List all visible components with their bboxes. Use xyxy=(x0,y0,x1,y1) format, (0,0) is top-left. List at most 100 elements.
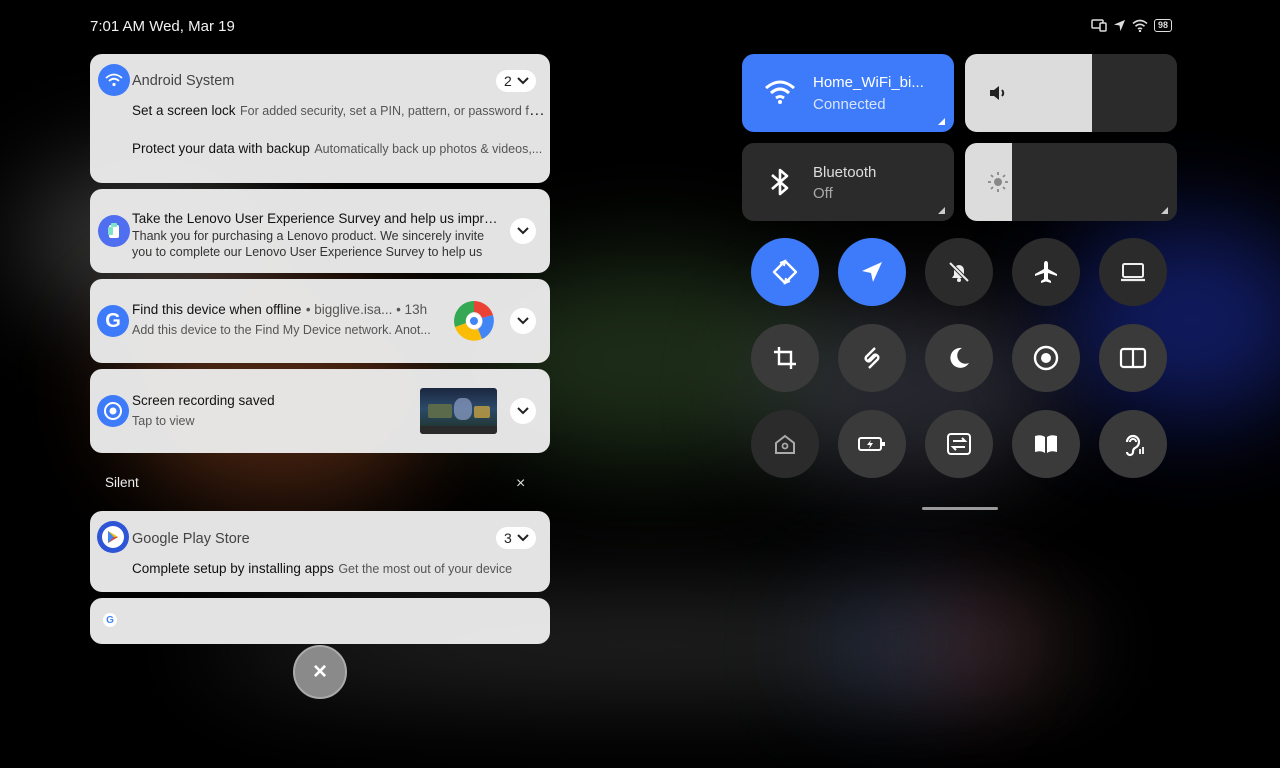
screen-record-toggle[interactable] xyxy=(1012,324,1080,392)
battery-saver-toggle[interactable] xyxy=(838,410,906,478)
notification-title: Complete setup by installing apps xyxy=(132,561,334,576)
notification-android-system[interactable]: Android System 2 Set a screen lock For a… xyxy=(90,54,550,183)
notification-count: 3 xyxy=(504,530,512,546)
expand-button[interactable] xyxy=(510,308,536,334)
data-transfer-toggle[interactable] xyxy=(925,410,993,478)
wifi-tile[interactable]: Home_WiFi_bi... Connected xyxy=(742,54,954,132)
close-icon: × xyxy=(312,658,327,685)
bluetooth-tile[interactable]: Bluetooth Off xyxy=(742,143,954,221)
chevron-down-icon xyxy=(517,77,529,85)
app-name: Google Play Store xyxy=(132,531,250,547)
split-screen-toggle[interactable] xyxy=(1099,324,1167,392)
panel-drag-handle[interactable] xyxy=(922,507,998,510)
notification-count: 2 xyxy=(504,73,512,89)
chevron-down-icon xyxy=(517,317,529,325)
chevron-down-icon xyxy=(517,407,529,415)
google-g-icon: G xyxy=(103,613,117,627)
airplane-icon xyxy=(1035,261,1057,283)
notification-text: Get the most out of your device xyxy=(338,562,513,576)
chevron-down-icon xyxy=(517,227,529,235)
expand-button[interactable] xyxy=(510,218,536,244)
screen-record-app-icon xyxy=(97,395,129,427)
battery-indicator: 98 xyxy=(1153,18,1172,32)
clear-all-notifications-button[interactable]: × xyxy=(293,645,347,699)
volume-slider-fill xyxy=(965,54,1093,132)
notification-text-line1: Thank you for purchasing a Lenovo produc… xyxy=(132,229,485,243)
expand-corner-icon[interactable] xyxy=(1161,207,1168,214)
volume-slider[interactable] xyxy=(965,54,1177,132)
notification-google-collapsed[interactable]: G xyxy=(90,598,550,644)
play-store-icon xyxy=(97,521,129,553)
recording-thumbnail[interactable] xyxy=(420,388,497,434)
notification-title: Screen recording saved xyxy=(132,393,275,408)
notification-meta: • bigglive.isa... • 13h xyxy=(305,302,428,317)
ear-icon xyxy=(1125,434,1144,457)
notification-text: Tap to view xyxy=(132,414,195,428)
notification-lenovo-survey[interactable]: Take the Lenovo User Experience Survey a… xyxy=(90,189,550,273)
share-toggle[interactable] xyxy=(838,324,906,392)
expand-button[interactable]: 3 xyxy=(496,527,536,549)
volume-icon xyxy=(988,83,1008,108)
home-lock-toggle[interactable] xyxy=(751,410,819,478)
notification-find-device[interactable]: G Find this device when offline • biggli… xyxy=(90,279,550,363)
screenshot-crop-toggle[interactable] xyxy=(751,324,819,392)
wifi-status: Connected xyxy=(813,96,886,113)
clear-silent-button[interactable]: × xyxy=(516,475,525,493)
notification-row[interactable]: Protect your data with backup Automatica… xyxy=(132,140,546,158)
record-icon xyxy=(1033,345,1059,371)
notification-screen-recording[interactable]: Screen recording saved Tap to view xyxy=(90,369,550,453)
notification-title: Take the Lenovo User Experience Survey a… xyxy=(132,211,504,226)
status-time-date: 7:01 AM Wed, Mar 19 xyxy=(90,18,235,35)
expand-button[interactable]: 2 xyxy=(496,70,536,92)
lenovo-survey-app-icon xyxy=(98,215,130,247)
notification-title: Set a screen lock xyxy=(132,103,236,118)
expand-corner-icon[interactable] xyxy=(938,118,945,125)
notification-text-line2: you to complete our Lenovo User Experien… xyxy=(132,245,483,259)
auto-rotate-toggle[interactable] xyxy=(751,238,819,306)
expand-button[interactable] xyxy=(510,398,536,424)
wifi-icon xyxy=(764,79,796,110)
do-not-disturb-toggle[interactable] xyxy=(925,238,993,306)
location-arrow-icon xyxy=(1113,19,1126,31)
google-g-icon: G xyxy=(97,305,129,337)
location-arrow-icon xyxy=(862,262,882,282)
bluetooth-icon xyxy=(768,167,792,202)
crop-icon xyxy=(774,347,796,369)
notification-header-row: Find this device when offline • bigglive… xyxy=(132,301,442,319)
app-name: Android System xyxy=(132,73,235,89)
status-icons: 98 xyxy=(1091,18,1172,32)
location-toggle[interactable] xyxy=(838,238,906,306)
book-icon xyxy=(1035,435,1057,453)
auto-rotate-icon xyxy=(772,259,798,285)
brightness-icon xyxy=(987,171,1009,198)
link-share-icon xyxy=(864,347,880,369)
transfer-icon xyxy=(947,433,971,455)
brightness-slider[interactable] xyxy=(965,143,1177,221)
reading-mode-toggle[interactable] xyxy=(1012,410,1080,478)
battery-saver-icon xyxy=(858,437,885,451)
bluetooth-status: Off xyxy=(813,185,833,202)
chevron-down-icon xyxy=(517,534,529,542)
expand-corner-icon[interactable] xyxy=(938,207,945,214)
airplane-mode-toggle[interactable] xyxy=(1012,238,1080,306)
desktop-mode-toggle[interactable] xyxy=(1099,238,1167,306)
dark-mode-toggle[interactable] xyxy=(925,324,993,392)
wifi-signal-icon xyxy=(1132,19,1148,32)
hearing-aid-toggle[interactable] xyxy=(1099,410,1167,478)
notification-text: For added security, set a PIN, pattern, … xyxy=(240,104,546,118)
notification-text: Add this device to the Find My Device ne… xyxy=(132,323,431,337)
notification-title: Protect your data with backup xyxy=(132,141,310,156)
silent-section-header: Silent xyxy=(105,475,139,490)
split-screen-icon xyxy=(1119,347,1147,369)
laptop-icon xyxy=(1121,263,1145,282)
cast-device-icon xyxy=(1091,19,1107,32)
notification-title: Find this device when offline xyxy=(132,302,302,317)
notification-play-store[interactable]: Google Play Store 3 Complete setup by in… xyxy=(90,511,550,592)
notification-row[interactable]: Complete setup by installing apps Get th… xyxy=(132,560,546,578)
notification-row[interactable]: Set a screen lock For added security, se… xyxy=(132,102,546,120)
wifi-network-name: Home_WiFi_bi... xyxy=(813,74,924,91)
moon-icon xyxy=(950,347,969,368)
bluetooth-label: Bluetooth xyxy=(813,164,877,181)
find-my-device-icon xyxy=(452,299,496,348)
home-icon xyxy=(775,434,795,454)
